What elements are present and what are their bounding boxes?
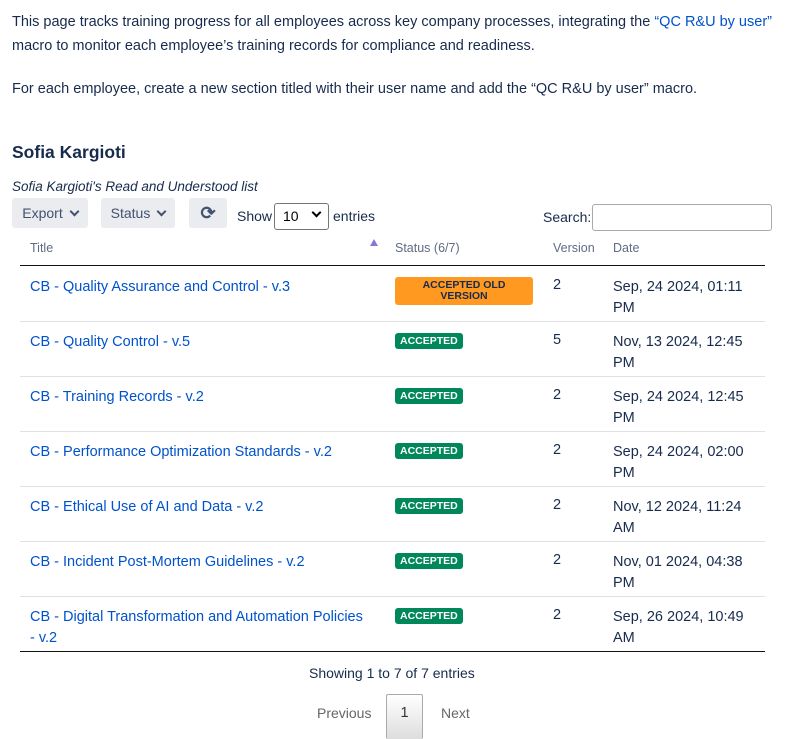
status-badge: ACCEPTED — [395, 553, 463, 569]
chevron-down-icon — [69, 206, 80, 216]
table-row: CB - Quality Assurance and Control - v.3… — [20, 267, 765, 322]
version-cell: 2 — [553, 552, 562, 568]
version-cell: 2 — [553, 277, 562, 293]
search-input[interactable] — [592, 204, 772, 231]
section-title: Sofia Kargioti — [12, 142, 126, 162]
table-row: CB - Quality Control - v.5 ACCEPTED 5 No… — [20, 322, 765, 377]
table-row: CB - Incident Post-Mortem Guidelines - v… — [20, 542, 765, 597]
version-cell: 2 — [553, 442, 562, 458]
search-label: Search: — [543, 209, 592, 225]
version-cell: 2 — [553, 387, 562, 403]
document-link[interactable]: CB - Quality Assurance and Control - v.3 — [30, 277, 370, 298]
table-row: CB - Training Records - v.2 ACCEPTED 2 S… — [20, 377, 765, 432]
status-label: Status — [110, 205, 151, 221]
date-cell: Nov, 13 2024, 12:45 PM — [613, 334, 743, 371]
chevron-down-icon — [156, 206, 167, 216]
chevron-down-icon — [311, 207, 322, 218]
status-badge: ACCEPTED — [395, 388, 463, 404]
column-header-date[interactable]: Date — [613, 241, 639, 255]
version-cell: 2 — [553, 607, 562, 623]
table-info: Showing 1 to 7 of 7 entries — [309, 665, 475, 681]
date-cell: Nov, 12 2024, 11:24 AM — [613, 499, 742, 536]
page-1-button[interactable]: 1 — [386, 694, 423, 739]
status-cell: ACCEPTED — [395, 442, 463, 459]
next-button[interactable]: Next — [441, 705, 470, 721]
document-link[interactable]: CB - Digital Transformation and Automati… — [30, 607, 370, 649]
document-link[interactable]: CB - Quality Control - v.5 — [30, 332, 370, 353]
qc-macro-link[interactable]: “QC R&U by user” — [654, 14, 772, 30]
document-link[interactable]: CB - Ethical Use of AI and Data - v.2 — [30, 497, 370, 518]
refresh-icon: ⟳ — [200, 202, 216, 223]
table-row: CB - Digital Transformation and Automati… — [20, 597, 765, 652]
show-label: Show — [237, 208, 273, 224]
export-button[interactable]: Export — [12, 198, 88, 228]
previous-button[interactable]: Previous — [317, 705, 371, 721]
status-cell: ACCEPTED — [395, 332, 463, 349]
refresh-button[interactable]: ⟳ — [189, 198, 227, 228]
status-badge: ACCEPTED OLD VERSION — [395, 277, 533, 305]
table-bottom-divider — [20, 651, 765, 652]
intro-paragraph: This page tracks training progress for a… — [12, 14, 772, 54]
status-cell: ACCEPTED — [395, 552, 463, 569]
status-badge: ACCEPTED — [395, 498, 463, 514]
status-cell: ACCEPTED OLD VERSION — [395, 277, 533, 305]
status-filter-button[interactable]: Status — [101, 198, 175, 228]
status-badge: ACCEPTED — [395, 608, 463, 624]
status-badge: ACCEPTED — [395, 333, 463, 349]
table-caption: Sofia Kargioti's Read and Understood lis… — [12, 179, 258, 194]
header-divider — [20, 265, 765, 266]
document-link[interactable]: CB - Performance Optimization Standards … — [30, 442, 370, 463]
date-cell: Sep, 24 2024, 01:11 PM — [613, 279, 743, 316]
status-badge: ACCEPTED — [395, 443, 463, 459]
page-size-value: 10 — [283, 208, 299, 224]
column-header-status[interactable]: Status (6/7) — [395, 241, 460, 255]
document-link[interactable]: CB - Incident Post-Mortem Guidelines - v… — [30, 552, 370, 573]
table-row: CB - Performance Optimization Standards … — [20, 432, 765, 487]
date-cell: Sep, 24 2024, 12:45 PM — [613, 389, 744, 426]
status-cell: ACCEPTED — [395, 387, 463, 404]
status-cell: ACCEPTED — [395, 497, 463, 514]
table-row: CB - Ethical Use of AI and Data - v.2 AC… — [20, 487, 765, 542]
instruction-paragraph: For each employee, create a new section … — [12, 81, 698, 97]
entries-label: entries — [333, 208, 376, 224]
date-cell: Sep, 26 2024, 10:49 AM — [613, 609, 744, 646]
page-size-select[interactable]: 10 — [274, 203, 329, 230]
version-cell: 5 — [553, 332, 562, 348]
version-cell: 2 — [553, 497, 562, 513]
column-header-title[interactable]: Title — [30, 241, 53, 255]
document-link[interactable]: CB - Training Records - v.2 — [30, 387, 370, 408]
column-header-version[interactable]: Version — [553, 241, 595, 255]
status-cell: ACCEPTED — [395, 607, 463, 624]
date-cell: Sep, 24 2024, 02:00 PM — [613, 444, 744, 481]
sort-ascending-icon[interactable] — [370, 239, 378, 246]
date-cell: Nov, 01 2024, 04:38 PM — [613, 554, 743, 591]
export-label: Export — [22, 205, 63, 221]
